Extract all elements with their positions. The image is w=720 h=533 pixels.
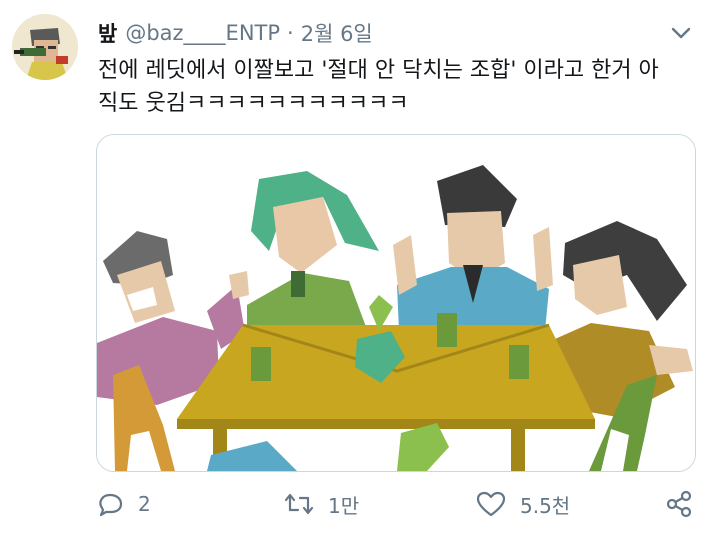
share-icon <box>666 490 692 518</box>
tweet-header: 밮 @baz____ENTP · 2월 6일 <box>98 18 373 48</box>
tweet-text: 전에 레딧에서 이짤보고 '절대 안 닥치는 조합' 이라고 한거 아 직도 웃… <box>98 54 702 120</box>
user-handle[interactable]: @baz____ENTP <box>125 21 280 45</box>
more-options-button[interactable] <box>668 20 694 46</box>
illustration-cup-3 <box>509 345 529 379</box>
comment-icon <box>99 493 123 517</box>
illustration-cup-2 <box>437 313 457 347</box>
tweet-date[interactable]: 2월 6일 <box>301 18 373 48</box>
retweet-icon <box>284 493 314 515</box>
avatar-cartoon-image <box>12 14 78 80</box>
illustration-cup-1 <box>251 347 271 381</box>
tweet-card[interactable]: 밮 @baz____ENTP · 2월 6일 전에 레딧에서 이짤보고 '절대 … <box>0 0 720 533</box>
chevron-down-icon <box>671 27 691 39</box>
tweet-text-line-2: 직도 웃김ㅋㅋㅋㅋㅋㅋㅋㅋㅋㅋㅋ <box>98 91 409 116</box>
like-count: 5.5천 <box>520 493 571 518</box>
display-name[interactable]: 밮 <box>98 18 117 48</box>
retweet-count: 1만 <box>328 493 360 518</box>
reply-button[interactable]: 2 <box>96 484 151 524</box>
illustration-people-at-table <box>97 135 695 471</box>
tweet-image[interactable] <box>96 134 696 472</box>
share-button[interactable] <box>664 484 708 524</box>
tweet-actions: 2 1만 5.5천 <box>96 484 696 524</box>
heart-icon <box>476 491 506 517</box>
tweet-text-line-1: 전에 레딧에서 이짤보고 '절대 안 닥치는 조합' 이라고 한거 아 <box>98 58 659 83</box>
retweet-button[interactable]: 1만 <box>284 484 359 524</box>
avatar[interactable] <box>12 14 78 80</box>
separator-dot: · <box>287 21 294 45</box>
like-button[interactable]: 5.5천 <box>476 484 570 524</box>
reply-count: 2 <box>138 492 151 516</box>
